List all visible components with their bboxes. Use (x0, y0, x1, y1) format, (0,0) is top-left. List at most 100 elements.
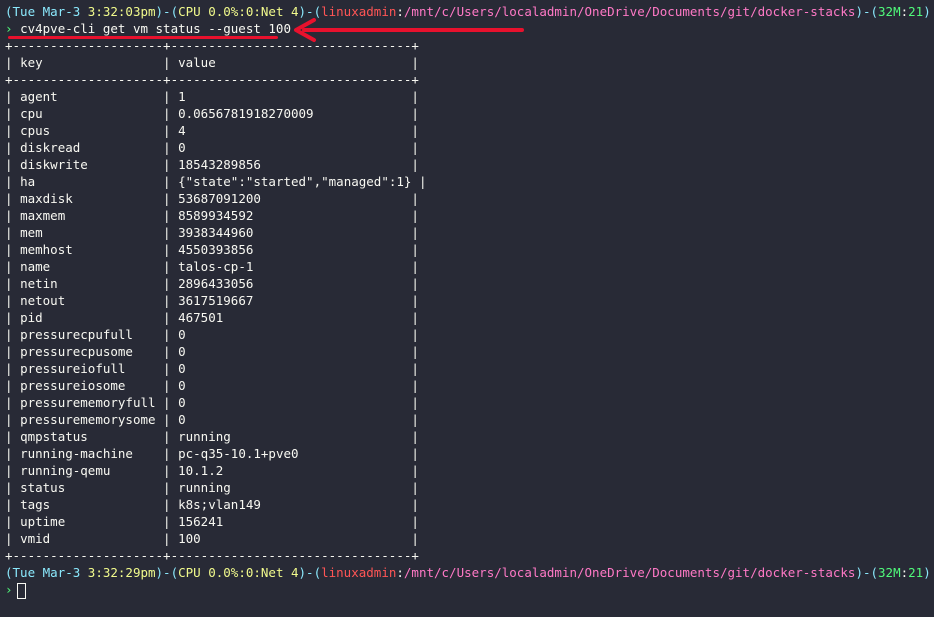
table-row: | pid | 467501 | (5, 310, 419, 325)
table-cell-key: cpu (20, 106, 43, 121)
table-cell-value: 0 (178, 378, 186, 393)
text-cursor[interactable] (16, 582, 26, 599)
table-cell-key: pressurecpusome (20, 344, 133, 359)
table-row: | tags | k8s;vlan149 | (5, 497, 419, 512)
table-body: | agent | 1 | | cpu | 0.0656781918270009 … (5, 88, 934, 547)
table-cell-value: k8s;vlan149 (178, 497, 261, 512)
table-cell-value: 467501 (178, 310, 224, 325)
table-cell-value: 4550393856 (178, 242, 254, 257)
table-header-value: value (178, 55, 216, 70)
table-row: | pressureiofull | 0 | (5, 361, 419, 376)
prompt-colon: : (396, 565, 404, 580)
prompt-symbol: › (5, 21, 13, 36)
prompt-separator: )-( (855, 565, 879, 580)
table-row: | diskwrite | 18543289856 | (5, 157, 419, 172)
table-row: | netin | 2896433056 | (5, 276, 419, 291)
table-row: | agent | 1 | (5, 89, 419, 104)
input-line[interactable]: › (5, 581, 934, 599)
prompt-path: /mnt/c/Users/localadmin/OneDrive/Documen… (403, 4, 856, 19)
prompt-colon: : (900, 4, 909, 19)
table-border-mid: +--------------------+------------------… (5, 72, 419, 87)
table-cell-value: 3938344960 (178, 225, 254, 240)
terminal-output: (Tue Mar-3 3:32:03pm)-(CPU 0.0%:0:Net 4)… (5, 3, 934, 599)
table-row: | uptime | 156241 | (5, 514, 419, 529)
table-cell-key: qmpstatus (20, 429, 88, 444)
table-cell-value: 0 (178, 395, 186, 410)
table-cell-value: 18543289856 (178, 157, 261, 172)
prompt-paren: ( (5, 565, 13, 580)
table-cell-value: 0 (178, 344, 186, 359)
table-cell-value: 3617519667 (178, 293, 254, 308)
table-header-row: | key | value | (5, 55, 419, 70)
prompt-count: 21 (908, 565, 924, 580)
terminal-window: { "prompt1": { "open": "(", "day": "Tue … (0, 0, 934, 617)
table-cell-key: diskread (20, 140, 81, 155)
table-row: | memhost | 4550393856 | (5, 242, 419, 257)
prompt-separator: )-( (155, 565, 179, 580)
table-cell-key: pressureiosome (20, 378, 126, 393)
table-cell-value: 156241 (178, 514, 224, 529)
table-row: | running-machine | pc-q35-10.1+pve0 | (5, 446, 419, 461)
prompt-cpu-stats: CPU 0.0%:0:Net 4 (178, 4, 299, 19)
table-cell-value: 100 (178, 531, 201, 546)
prompt-separator: )-( (855, 4, 879, 19)
table-cell-key: pressurememoryfull (20, 395, 156, 410)
table-cell-key: diskwrite (20, 157, 88, 172)
prompt-separator: )-( (298, 565, 322, 580)
table-cell-value: 0 (178, 412, 186, 427)
table-row: | vmid | 100 | (5, 531, 419, 546)
table-row: | netout | 3617519667 | (5, 293, 419, 308)
arrow-left-icon (294, 18, 524, 42)
table-cell-key: ha (20, 174, 36, 189)
prompt-user: linuxadmin (321, 565, 397, 580)
table-row: | pressurememoryfull | 0 | (5, 395, 419, 410)
table-row: | running-qemu | 10.1.2 | (5, 463, 419, 478)
prompt-paren: ) (923, 4, 931, 19)
table-row: | status | running | (5, 480, 419, 495)
table-cell-value: 8589934592 (178, 208, 254, 223)
table-row: | qmpstatus | running | (5, 429, 419, 444)
prompt-mem: 32M (878, 565, 901, 580)
table-row: | name | talos-cp-1 | (5, 259, 419, 274)
prompt-date: Tue Mar-3 (12, 565, 81, 580)
table-cell-value: running (178, 429, 231, 444)
prompt-cpu-stats: CPU 0.0%:0:Net 4 (178, 565, 299, 580)
prompt-time: 3:32:29pm (87, 565, 156, 580)
table-cell-key: pressurecpufull (20, 327, 133, 342)
table-cell-key: agent (20, 89, 58, 104)
table-cell-value: 2896433056 (178, 276, 254, 291)
prompt-paren: ) (923, 565, 931, 580)
table-cell-value: 0 (178, 327, 186, 342)
command-text: cv4pve-cli get vm status --guest 100 (20, 21, 291, 36)
table-cell-value: 10.1.2 (178, 463, 224, 478)
prompt-separator: )-( (298, 4, 322, 19)
table-cell-key: memhost (20, 242, 73, 257)
prompt-mem: 32M (878, 4, 901, 19)
table-cell-key: uptime (20, 514, 66, 529)
table-cell-key: pid (20, 310, 43, 325)
table-cell-value: 0 (178, 361, 186, 376)
prompt-user: linuxadmin (321, 4, 397, 19)
table-cell-key: pressureiofull (20, 361, 126, 376)
table-cell-value: 1 (178, 89, 186, 104)
annotation-underline (8, 36, 278, 39)
table-cell-value: pc-q35-10.1+pve0 (178, 446, 299, 461)
table-cell-key: vmid (20, 531, 51, 546)
table-cell-key: netin (20, 276, 58, 291)
table-cell-value: 0 (178, 140, 186, 155)
prompt-paren: ( (5, 4, 13, 19)
table-cell-key: status (20, 480, 66, 495)
table-cell-value: talos-cp-1 (178, 259, 254, 274)
prompt-count: 21 (908, 4, 924, 19)
table-row: | pressurecpufull | 0 | (5, 327, 419, 342)
table-cell-key: name (20, 259, 51, 274)
table-cell-key: maxmem (20, 208, 66, 223)
table-header-key: key (20, 55, 43, 70)
table-cell-key: running-qemu (20, 463, 111, 478)
table-cell-value: running (178, 480, 231, 495)
table-cell-key: netout (20, 293, 66, 308)
table-cell-key: running-machine (20, 446, 133, 461)
table-cell-value: 53687091200 (178, 191, 261, 206)
prompt-time: 3:32:03pm (87, 4, 156, 19)
prompt-colon: : (900, 565, 909, 580)
